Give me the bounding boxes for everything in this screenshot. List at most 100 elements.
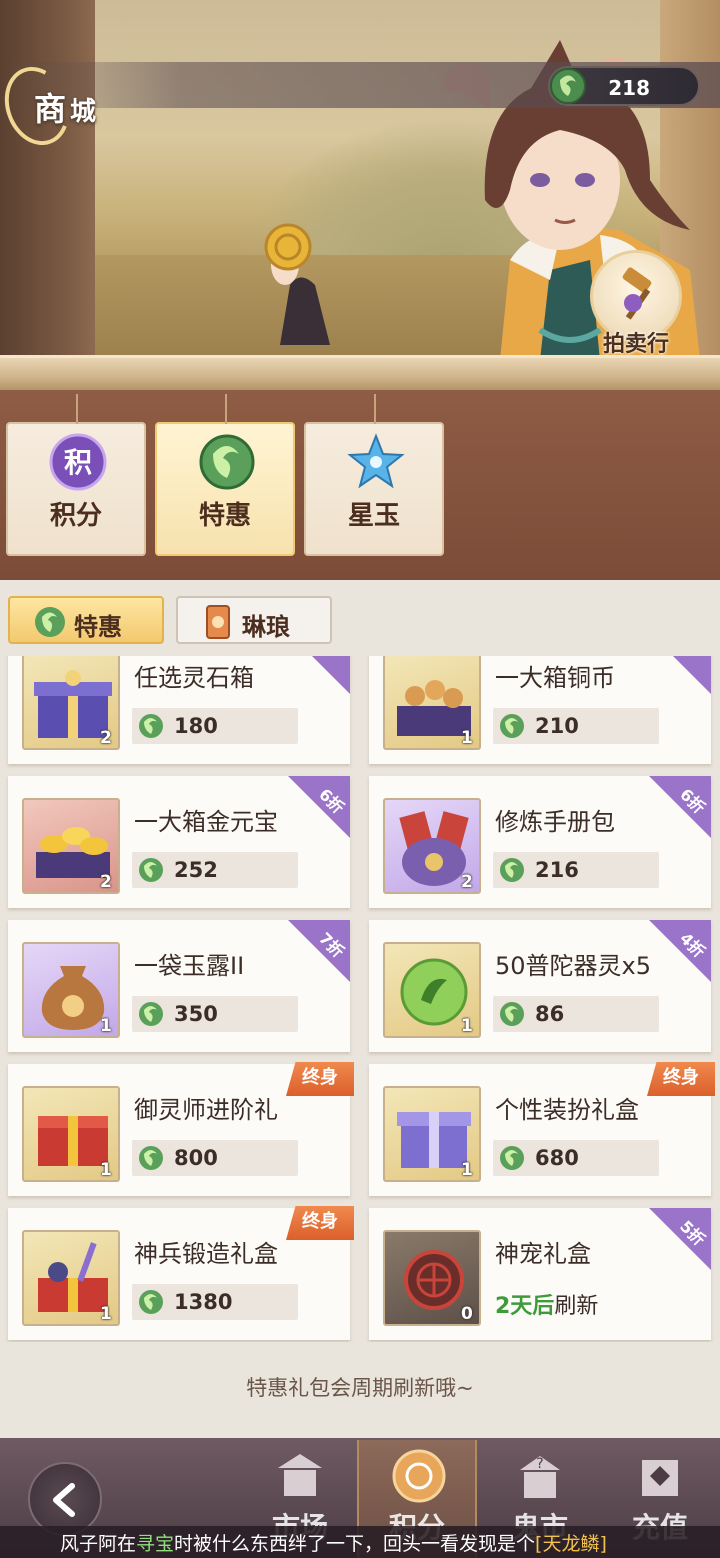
item-quantity: 1 (461, 1160, 473, 1180)
refresh-label: 刷新 (554, 1294, 599, 1319)
category-deals[interactable]: 特惠 (155, 394, 295, 556)
item-name: 神兵锻造礼盒 (134, 1240, 278, 1268)
item-name: 个性装扮礼盒 (495, 1096, 639, 1124)
ghost-market-icon: ? (520, 1456, 560, 1498)
subtab-deals-label: 特惠 (74, 613, 122, 641)
back-button[interactable] (28, 1462, 102, 1536)
market-icon (278, 1454, 322, 1496)
left-wall-frame (0, 0, 95, 390)
shop-item-gold-ingot-chest[interactable]: 2 一大箱金元宝 252 6折 (8, 776, 350, 908)
hanging-string (225, 394, 227, 424)
discount-tag: 6折 (288, 776, 350, 838)
points-icon: 积 (49, 433, 107, 491)
item-name: 御灵师进阶礼 (134, 1096, 278, 1124)
refresh-timer: 2天后刷新 (495, 1288, 598, 1320)
item-price: 800 (174, 1146, 218, 1170)
item-price: 1380 (174, 1290, 233, 1314)
shop-item-jade-dew-bag[interactable]: 1 一袋玉露II 350 7折 (8, 920, 350, 1052)
lifetime-tag: 终身 (286, 1206, 354, 1240)
item-price: 216 (535, 858, 579, 882)
hanging-string (374, 394, 376, 424)
hanging-string (76, 394, 78, 424)
ticker-highlight-item: [天龙鳞] (535, 1533, 607, 1555)
page-title-main: 商 (34, 90, 71, 128)
discount-tag: 4折 (649, 920, 711, 982)
shop-item-master-advance-gift[interactable]: 1 御灵师进阶礼 800 终身 (8, 1062, 354, 1196)
item-name: 一大箱铜币 (495, 664, 615, 692)
shop-item-copper-coin-chest[interactable]: 1 一大箱铜币 210 (369, 656, 711, 764)
lifetime-tag: 终身 (286, 1062, 354, 1096)
gavel-icon (622, 267, 652, 320)
item-quantity: 0 (461, 1304, 473, 1324)
jade-coin-icon (500, 858, 524, 882)
jade-coin-icon (199, 434, 255, 490)
item-name: 一大箱金元宝 (134, 808, 278, 836)
item-quantity: 2 (461, 872, 473, 892)
subtab-deals[interactable]: 特惠 (8, 596, 164, 644)
discount-tag: 7折 (288, 920, 350, 982)
ticker-text: 风子阿在寻宝时被什么东西绊了一下，回头一看发现是个[天龙鳞] (60, 1529, 607, 1556)
jade-coin-icon (139, 1146, 163, 1170)
subtab-linlang[interactable]: 琳琅 (176, 596, 332, 644)
ticker-part-3: 时被什么东西绊了一下，回头一看发现是个 (174, 1533, 536, 1555)
jade-coin-icon (139, 714, 163, 738)
jade-coin-icon (139, 858, 163, 882)
lifetime-tag: 终身 (647, 1062, 715, 1096)
page-title-sub: 城 (70, 97, 101, 127)
item-quantity: 2 (100, 872, 112, 892)
shop-item-putuo-spirit[interactable]: 1 50普陀器灵x5 86 4折 (369, 920, 711, 1052)
ticker-part-1: 风子阿在 (60, 1533, 137, 1555)
back-arrow-icon (53, 1483, 75, 1517)
jade-coin-icon (500, 1002, 524, 1026)
item-price: 680 (535, 1146, 579, 1170)
announcement-ticker: 风子阿在寻宝时被什么东西绊了一下，回头一看发现是个[天龙鳞] (0, 1526, 720, 1558)
item-price: 210 (535, 714, 579, 738)
svg-text:?: ? (536, 1456, 543, 1472)
item-grid: 2 任选灵石箱 180 1 一大箱铜币 210 2 一大箱金元宝 252 6折 … (0, 656, 720, 1342)
item-quantity: 1 (100, 1160, 112, 1180)
auction-house-button[interactable]: 拍卖行 (584, 250, 694, 380)
jade-coin-icon (139, 1290, 163, 1314)
item-quantity: 1 (461, 1016, 473, 1036)
auction-label: 拍卖行 (602, 332, 669, 357)
category-points-label: 积分 (49, 501, 102, 531)
item-name: 50普陀器灵x5 (495, 952, 652, 980)
category-star-jade[interactable]: 星玉 (304, 394, 444, 556)
shop-item-costume-gift-box[interactable]: 1 个性装扮礼盒 680 终身 (369, 1062, 715, 1196)
category-points[interactable]: 积 积分 (6, 394, 146, 556)
item-name: 修炼手册包 (495, 808, 615, 836)
jade-coin-icon (550, 68, 586, 104)
refresh-days: 2天后 (495, 1294, 555, 1319)
shop-item-training-manual-pack[interactable]: 2 修炼手册包 216 6折 (369, 776, 711, 908)
svg-text:积: 积 (64, 446, 92, 479)
card-icon (206, 605, 230, 639)
refresh-hint: 特惠礼包会周期刷新哦~ (246, 1376, 474, 1400)
item-price: 86 (535, 1002, 565, 1026)
item-quantity: 1 (100, 1016, 112, 1036)
currency-amount: 218 (608, 76, 650, 100)
item-name: 一袋玉露II (134, 952, 245, 980)
shop-item-spirit-stone-chest[interactable]: 2 任选灵石箱 180 (8, 656, 350, 764)
jade-coin-icon (139, 1002, 163, 1026)
shop-item-divine-pet-box[interactable]: 0 神宠礼盒 2天后刷新 5折 (369, 1208, 711, 1340)
discount-tag: 6折 (649, 776, 711, 838)
recharge-icon (642, 1460, 678, 1496)
item-quantity: 1 (100, 1304, 112, 1324)
category-star-jade-label: 星玉 (347, 501, 400, 531)
item-price: 180 (174, 714, 218, 738)
points-coin-icon (392, 1449, 446, 1503)
item-price: 252 (174, 858, 218, 882)
jade-coin-icon (35, 607, 65, 637)
item-quantity: 1 (461, 728, 473, 748)
discount-tag (649, 656, 711, 694)
coin-in-hand-icon (264, 223, 330, 345)
jade-coin-icon (500, 714, 524, 738)
item-price: 350 (174, 1002, 218, 1026)
page-title: 商城 (34, 84, 100, 130)
item-name: 神宠礼盒 (495, 1240, 591, 1268)
subtab-linlang-label: 琳琅 (242, 613, 290, 641)
item-quantity: 2 (100, 728, 112, 748)
jade-coin-icon (500, 1146, 524, 1170)
shop-item-weapon-forge-gift[interactable]: 1 神兵锻造礼盒 1380 终身 (8, 1206, 354, 1340)
discount-tag (288, 656, 350, 694)
